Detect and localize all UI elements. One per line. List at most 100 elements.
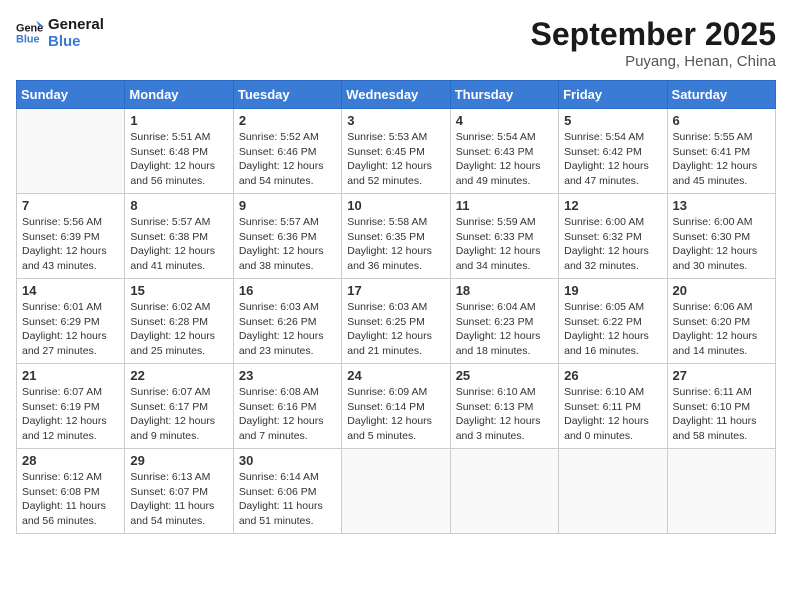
calendar-cell: 7Sunrise: 5:56 AMSunset: 6:39 PMDaylight… bbox=[17, 194, 125, 279]
day-info: Sunrise: 5:57 AMSunset: 6:38 PMDaylight:… bbox=[130, 215, 227, 274]
day-number: 6 bbox=[673, 113, 770, 128]
calendar-cell: 10Sunrise: 5:58 AMSunset: 6:35 PMDayligh… bbox=[342, 194, 450, 279]
calendar-cell: 21 Sunrise: 6:07 AMSunset: 6:19 PMDayligh… bbox=[17, 364, 125, 449]
day-number: 3 bbox=[347, 113, 444, 128]
calendar-cell: 8 Sunrise: 5:57 AMSunset: 6:38 PMDaylight… bbox=[125, 194, 233, 279]
day-number: 30 bbox=[239, 453, 336, 468]
calendar-cell: 2 Sunrise: 5:52 AMSunset: 6:46 PMDaylight… bbox=[233, 109, 341, 194]
day-number: 9 bbox=[239, 198, 336, 213]
day-info: Sunrise: 5:51 AMSunset: 6:48 PMDaylight:… bbox=[130, 130, 227, 189]
calendar-cell: 4Sunrise: 5:54 AMSunset: 6:43 PMDaylight… bbox=[450, 109, 558, 194]
day-info: Sunrise: 5:57 AMSunset: 6:36 PMDaylight:… bbox=[239, 215, 336, 274]
week-row: 21 Sunrise: 6:07 AMSunset: 6:19 PMDayligh… bbox=[17, 364, 776, 449]
day-number: 28 bbox=[22, 453, 119, 468]
day-number: 17 bbox=[347, 283, 444, 298]
day-number: 11 bbox=[456, 198, 553, 213]
calendar-cell bbox=[450, 449, 558, 534]
calendar-cell: 16 Sunrise: 6:03 AMSunset: 6:26 PMDayligh… bbox=[233, 279, 341, 364]
day-info: Sunrise: 6:04 AMSunset: 6:23 PMDaylight:… bbox=[456, 300, 553, 359]
location: Puyang, Henan, China bbox=[531, 53, 776, 70]
calendar-cell: 11 Sunrise: 5:59 AMSunset: 6:33 PMDayligh… bbox=[450, 194, 558, 279]
week-row: 7Sunrise: 5:56 AMSunset: 6:39 PMDaylight… bbox=[17, 194, 776, 279]
day-info: Sunrise: 6:12 AMSunset: 6:08 PMDaylight:… bbox=[22, 470, 119, 529]
weekday-header: Saturday bbox=[667, 81, 775, 109]
calendar-header-row: SundayMondayTuesdayWednesdayThursdayFrid… bbox=[17, 81, 776, 109]
calendar-cell: 1 Sunrise: 5:51 AMSunset: 6:48 PMDaylight… bbox=[125, 109, 233, 194]
day-number: 13 bbox=[673, 198, 770, 213]
day-number: 20 bbox=[673, 283, 770, 298]
day-info: Sunrise: 6:07 AMSunset: 6:17 PMDaylight:… bbox=[130, 385, 227, 444]
calendar-cell: 9 Sunrise: 5:57 AMSunset: 6:36 PMDaylight… bbox=[233, 194, 341, 279]
day-info: Sunrise: 5:54 AMSunset: 6:43 PMDaylight:… bbox=[456, 130, 553, 189]
calendar-cell: 30Sunrise: 6:14 AMSunset: 6:06 PMDayligh… bbox=[233, 449, 341, 534]
logo: General Blue General Blue bbox=[16, 16, 104, 50]
calendar-cell: 24Sunrise: 6:09 AMSunset: 6:14 PMDayligh… bbox=[342, 364, 450, 449]
day-number: 19 bbox=[564, 283, 661, 298]
calendar-cell: 29 Sunrise: 6:13 AMSunset: 6:07 PMDayligh… bbox=[125, 449, 233, 534]
weekday-header: Tuesday bbox=[233, 81, 341, 109]
month-title: September 2025 bbox=[531, 16, 776, 53]
day-info: Sunrise: 6:10 AMSunset: 6:11 PMDaylight:… bbox=[564, 385, 661, 444]
day-number: 25 bbox=[456, 368, 553, 383]
page-header: General Blue General Blue September 2025… bbox=[16, 16, 776, 70]
day-info: Sunrise: 6:08 AMSunset: 6:16 PMDaylight:… bbox=[239, 385, 336, 444]
logo-general: General bbox=[48, 16, 104, 33]
week-row: 14 Sunrise: 6:01 AMSunset: 6:29 PMDayligh… bbox=[17, 279, 776, 364]
calendar-cell bbox=[667, 449, 775, 534]
day-number: 1 bbox=[130, 113, 227, 128]
day-info: Sunrise: 6:06 AMSunset: 6:20 PMDaylight:… bbox=[673, 300, 770, 359]
day-info: Sunrise: 6:01 AMSunset: 6:29 PMDaylight:… bbox=[22, 300, 119, 359]
day-number: 16 bbox=[239, 283, 336, 298]
calendar-cell bbox=[342, 449, 450, 534]
day-number: 8 bbox=[130, 198, 227, 213]
day-info: Sunrise: 6:00 AMSunset: 6:32 PMDaylight:… bbox=[564, 215, 661, 274]
day-info: Sunrise: 5:55 AMSunset: 6:41 PMDaylight:… bbox=[673, 130, 770, 189]
title-block: September 2025 Puyang, Henan, China bbox=[531, 16, 776, 70]
day-info: Sunrise: 5:52 AMSunset: 6:46 PMDaylight:… bbox=[239, 130, 336, 189]
calendar-cell: 14 Sunrise: 6:01 AMSunset: 6:29 PMDayligh… bbox=[17, 279, 125, 364]
day-number: 26 bbox=[564, 368, 661, 383]
calendar-cell: 5 Sunrise: 5:54 AMSunset: 6:42 PMDaylight… bbox=[559, 109, 667, 194]
svg-text:Blue: Blue bbox=[16, 33, 40, 45]
calendar-cell: 6 Sunrise: 5:55 AMSunset: 6:41 PMDaylight… bbox=[667, 109, 775, 194]
day-info: Sunrise: 6:03 AMSunset: 6:26 PMDaylight:… bbox=[239, 300, 336, 359]
day-info: Sunrise: 5:54 AMSunset: 6:42 PMDaylight:… bbox=[564, 130, 661, 189]
weekday-header: Sunday bbox=[17, 81, 125, 109]
day-info: Sunrise: 6:00 AMSunset: 6:30 PMDaylight:… bbox=[673, 215, 770, 274]
day-info: Sunrise: 5:59 AMSunset: 6:33 PMDaylight:… bbox=[456, 215, 553, 274]
day-number: 2 bbox=[239, 113, 336, 128]
weekday-header: Friday bbox=[559, 81, 667, 109]
calendar-cell bbox=[559, 449, 667, 534]
calendar-cell: 27Sunrise: 6:11 AMSunset: 6:10 PMDayligh… bbox=[667, 364, 775, 449]
day-number: 5 bbox=[564, 113, 661, 128]
calendar-cell: 18Sunrise: 6:04 AMSunset: 6:23 PMDayligh… bbox=[450, 279, 558, 364]
day-info: Sunrise: 5:56 AMSunset: 6:39 PMDaylight:… bbox=[22, 215, 119, 274]
day-info: Sunrise: 6:13 AMSunset: 6:07 PMDaylight:… bbox=[130, 470, 227, 529]
calendar-cell bbox=[17, 109, 125, 194]
day-info: Sunrise: 6:05 AMSunset: 6:22 PMDaylight:… bbox=[564, 300, 661, 359]
week-row: 28 Sunrise: 6:12 AMSunset: 6:08 PMDayligh… bbox=[17, 449, 776, 534]
day-info: Sunrise: 5:58 AMSunset: 6:35 PMDaylight:… bbox=[347, 215, 444, 274]
logo-icon: General Blue bbox=[16, 19, 44, 47]
day-info: Sunrise: 5:53 AMSunset: 6:45 PMDaylight:… bbox=[347, 130, 444, 189]
day-info: Sunrise: 6:10 AMSunset: 6:13 PMDaylight:… bbox=[456, 385, 553, 444]
day-number: 12 bbox=[564, 198, 661, 213]
logo-blue: Blue bbox=[48, 33, 104, 50]
day-number: 24 bbox=[347, 368, 444, 383]
day-info: Sunrise: 6:07 AMSunset: 6:19 PMDaylight:… bbox=[22, 385, 119, 444]
day-number: 23 bbox=[239, 368, 336, 383]
day-number: 14 bbox=[22, 283, 119, 298]
calendar-cell: 25 Sunrise: 6:10 AMSunset: 6:13 PMDayligh… bbox=[450, 364, 558, 449]
day-number: 21 bbox=[22, 368, 119, 383]
calendar-cell: 17 Sunrise: 6:03 AMSunset: 6:25 PMDayligh… bbox=[342, 279, 450, 364]
calendar-cell: 19 Sunrise: 6:05 AMSunset: 6:22 PMDayligh… bbox=[559, 279, 667, 364]
weekday-header: Monday bbox=[125, 81, 233, 109]
weekday-header: Thursday bbox=[450, 81, 558, 109]
calendar-cell: 20 Sunrise: 6:06 AMSunset: 6:20 PMDayligh… bbox=[667, 279, 775, 364]
calendar-cell: 12 Sunrise: 6:00 AMSunset: 6:32 PMDayligh… bbox=[559, 194, 667, 279]
day-info: Sunrise: 6:03 AMSunset: 6:25 PMDaylight:… bbox=[347, 300, 444, 359]
day-number: 15 bbox=[130, 283, 227, 298]
day-info: Sunrise: 6:11 AMSunset: 6:10 PMDaylight:… bbox=[673, 385, 770, 444]
day-number: 29 bbox=[130, 453, 227, 468]
day-info: Sunrise: 6:02 AMSunset: 6:28 PMDaylight:… bbox=[130, 300, 227, 359]
